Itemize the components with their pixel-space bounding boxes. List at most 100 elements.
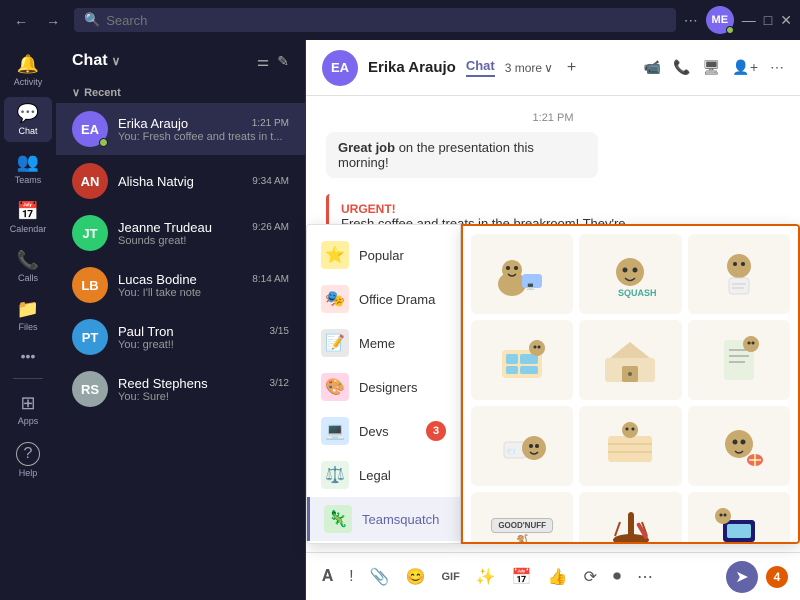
sticker-grid[interactable]: 💻 SQUASH	[461, 224, 800, 544]
sticker-3[interactable]	[688, 234, 790, 314]
sticker-cat-devs[interactable]: 💻 Devs 3	[307, 409, 460, 453]
calendar-icon: 📅	[17, 201, 39, 222]
like-button[interactable]: 👍	[544, 563, 572, 591]
chat-rail-icon: 💬	[17, 103, 39, 124]
sticker-cat-legal[interactable]: ⚖️ Legal	[307, 453, 460, 497]
sticker-cat-office_drama[interactable]: 🎭 Office Drama	[307, 277, 460, 321]
chat-item-reed[interactable]: RS Reed Stephens 3/12 You: Sure!	[56, 363, 305, 415]
sticker-cat-bummer_bert[interactable]: 😔 Bummer Bert	[307, 541, 460, 544]
record-button[interactable]: ⏺	[609, 564, 625, 590]
sticker-11[interactable]	[579, 492, 681, 544]
add-people-button[interactable]: 👤+	[732, 59, 758, 76]
search-input[interactable]	[106, 13, 666, 28]
minimize-button[interactable]: —	[742, 12, 756, 28]
sticker-6[interactable]	[688, 320, 790, 400]
sticker-cat-teamsquatch[interactable]: 🦎 Teamsquatch	[307, 497, 460, 541]
forward-button[interactable]: →	[40, 8, 66, 32]
chat-name-row: Paul Tron 3/15	[118, 324, 289, 339]
sticker-1[interactable]: 💻	[471, 234, 573, 314]
calls-label: Calls	[18, 273, 38, 283]
chat-avatar: EA	[72, 111, 108, 147]
sticker-7[interactable]: 📨	[471, 406, 573, 486]
files-label: Files	[18, 322, 37, 332]
titlebar-actions: ⋯ ME — □ ✕	[684, 6, 792, 34]
ellipsis-button[interactable]: ⋯	[684, 12, 698, 29]
toolbar-more-button[interactable]: ⋯	[633, 563, 657, 591]
chat-name-row: Jeanne Trudeau 9:26 AM	[118, 220, 289, 235]
sidebar-item-files[interactable]: 📁 Files	[4, 293, 52, 338]
sidebar-item-apps[interactable]: ⊞ Apps	[4, 387, 52, 432]
chat-preview: You: great!!	[118, 339, 289, 351]
sidebar-title-caret[interactable]: ∨	[112, 54, 121, 68]
titlebar-nav: ← →	[8, 8, 66, 32]
chat-preview: You: Sure!	[118, 391, 289, 403]
video-call-button[interactable]: 📹	[644, 59, 661, 76]
calls-icon: 📞	[17, 250, 39, 271]
sidebar-item-chat[interactable]: 💬 Chat	[4, 97, 52, 142]
sidebar-item-calendar[interactable]: 📅 Calendar	[4, 195, 52, 240]
sticker-cat-designers[interactable]: 🎨 Designers	[307, 365, 460, 409]
chat-avatar: JT	[72, 215, 108, 251]
online-status-dot	[726, 26, 734, 34]
activity-icon: 🔔	[17, 54, 39, 75]
maximize-button[interactable]: □	[764, 12, 772, 28]
chat-item-lucas[interactable]: LB Lucas Bodine 8:14 AM You: I'll take n…	[56, 259, 305, 311]
message-text: Great job on the presentation this morni…	[338, 140, 586, 170]
sticker-10[interactable]: GOOD'NUFF 🐒	[471, 492, 573, 544]
tab-chat[interactable]: Chat	[466, 58, 495, 77]
sidebar-item-more[interactable]: •••	[4, 342, 52, 370]
gif-button[interactable]: GIF	[437, 567, 463, 587]
loop-button[interactable]: ⟳	[580, 563, 601, 591]
back-button[interactable]: ←	[8, 8, 34, 32]
sticker-cat-label: Popular	[359, 248, 404, 263]
chat-item-jeanne[interactable]: JT Jeanne Trudeau 9:26 AM Sounds great!	[56, 207, 305, 259]
chat-item-alisha[interactable]: AN Alisha Natvig 9:34 AM	[56, 155, 305, 207]
chat-rail-label: Chat	[18, 126, 37, 136]
sidebar-item-activity[interactable]: 🔔 Activity	[4, 48, 52, 93]
sidebar-item-teams[interactable]: 👥 Teams	[4, 146, 52, 191]
send-button[interactable]: ➤	[726, 561, 758, 593]
chat-time: 1:21 PM	[252, 118, 289, 129]
close-button[interactable]: ✕	[780, 12, 792, 29]
sidebar-chat-title: Chat	[72, 52, 108, 70]
sticker-cat-popular[interactable]: ⭐ Popular	[307, 233, 460, 277]
sticker-8[interactable]	[579, 406, 681, 486]
sticker-button[interactable]: ✨	[472, 563, 500, 591]
sidebar-item-help[interactable]: ? Help	[4, 436, 52, 484]
search-icon: 🔍	[84, 12, 100, 28]
user-avatar[interactable]: ME	[706, 6, 734, 34]
attach-button[interactable]: 📎	[366, 563, 394, 591]
share-screen-button[interactable]: 🖥	[703, 59, 721, 76]
sidebar-header-actions: ⚌ ✎	[257, 53, 289, 70]
titlebar-search-box[interactable]: 🔍	[74, 8, 676, 32]
header-more-button[interactable]: ⋯	[770, 59, 784, 76]
sticker-12[interactable]	[688, 492, 790, 544]
chat-item-paul[interactable]: PT Paul Tron 3/15 You: great!!	[56, 311, 305, 363]
sticker-categories: ⭐ Popular 🎭 Office Drama 📝 Meme 🎨 Design…	[306, 224, 461, 544]
badge-devs: 3	[426, 421, 446, 441]
sticker-cat-label: Meme	[359, 336, 395, 351]
sticker-9[interactable]	[688, 406, 790, 486]
format-button[interactable]: 𝐀	[318, 564, 337, 590]
new-chat-button[interactable]: ✎	[277, 53, 289, 70]
message-bold: Great job	[338, 140, 395, 155]
chat-item-erika[interactable]: EA Erika Araujo 1:21 PM You: Fresh coffe…	[56, 103, 305, 155]
chat-header-avatar: EA	[322, 50, 358, 86]
sticker-5[interactable]	[579, 320, 681, 400]
emoji-button[interactable]: 😊	[402, 563, 430, 591]
sticker-cat-label: Teamsquatch	[362, 512, 439, 527]
urgent-button[interactable]: !	[345, 564, 357, 590]
sticker-cat-icon: 📝	[321, 329, 349, 357]
sticker-cat-icon: 🦎	[324, 505, 352, 533]
sticker-cat-meme[interactable]: 📝 Meme	[307, 321, 460, 365]
sticker-4[interactable]	[471, 320, 573, 400]
chat-avatar: AN	[72, 163, 108, 199]
audio-call-button[interactable]: 📞	[673, 59, 690, 76]
more-tabs[interactable]: 3 more ∨	[505, 61, 553, 75]
sidebar-item-calls[interactable]: 📞 Calls	[4, 244, 52, 289]
filter-button[interactable]: ⚌	[257, 53, 270, 70]
add-tab-button[interactable]: +	[567, 59, 576, 77]
scheduling-button[interactable]: 📅	[508, 563, 536, 591]
sticker-2[interactable]: SQUASH	[579, 234, 681, 314]
sticker-cat-label: Devs	[359, 424, 389, 439]
